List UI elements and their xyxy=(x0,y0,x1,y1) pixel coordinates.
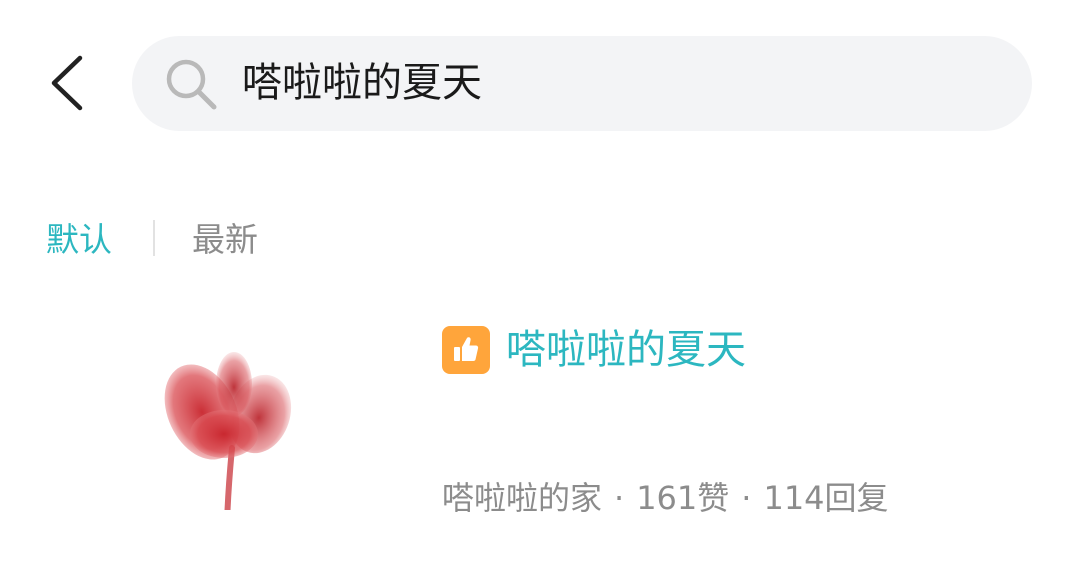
like-badge xyxy=(442,326,490,374)
thumbs-up-icon xyxy=(454,337,479,361)
result-meta: 嗒啦啦的家 · 161赞 · 114回复 xyxy=(442,472,889,524)
result-title[interactable]: 嗒啦啦的夏天 xyxy=(506,318,746,382)
back-button[interactable] xyxy=(40,50,94,116)
search-input[interactable]: 嗒啦啦的夏天 xyxy=(242,36,482,131)
reply-count: 114回复 xyxy=(763,479,889,517)
forum-name[interactable]: 嗒啦啦的家 xyxy=(442,479,602,517)
result-thumbnail xyxy=(164,352,292,510)
search-icon xyxy=(166,59,217,110)
search-results-page: 嗒啦啦的夏天 默认 最新 嗒啦啦的夏天 嗒啦啦的家 · 161赞 · 114回复 xyxy=(0,0,1080,570)
tab-latest[interactable]: 最新 xyxy=(192,212,258,268)
meta-separator: · xyxy=(614,479,625,517)
chevron-left-icon xyxy=(51,55,83,111)
like-count: 161赞 xyxy=(636,479,730,517)
meta-separator: · xyxy=(741,479,752,517)
search-bar[interactable]: 嗒啦啦的夏天 xyxy=(132,36,1032,131)
tab-default[interactable]: 默认 xyxy=(46,212,112,268)
result-item[interactable]: 嗒啦啦的夏天 嗒啦啦的家 · 161赞 · 114回复 xyxy=(0,300,1080,560)
tab-divider xyxy=(153,220,155,256)
